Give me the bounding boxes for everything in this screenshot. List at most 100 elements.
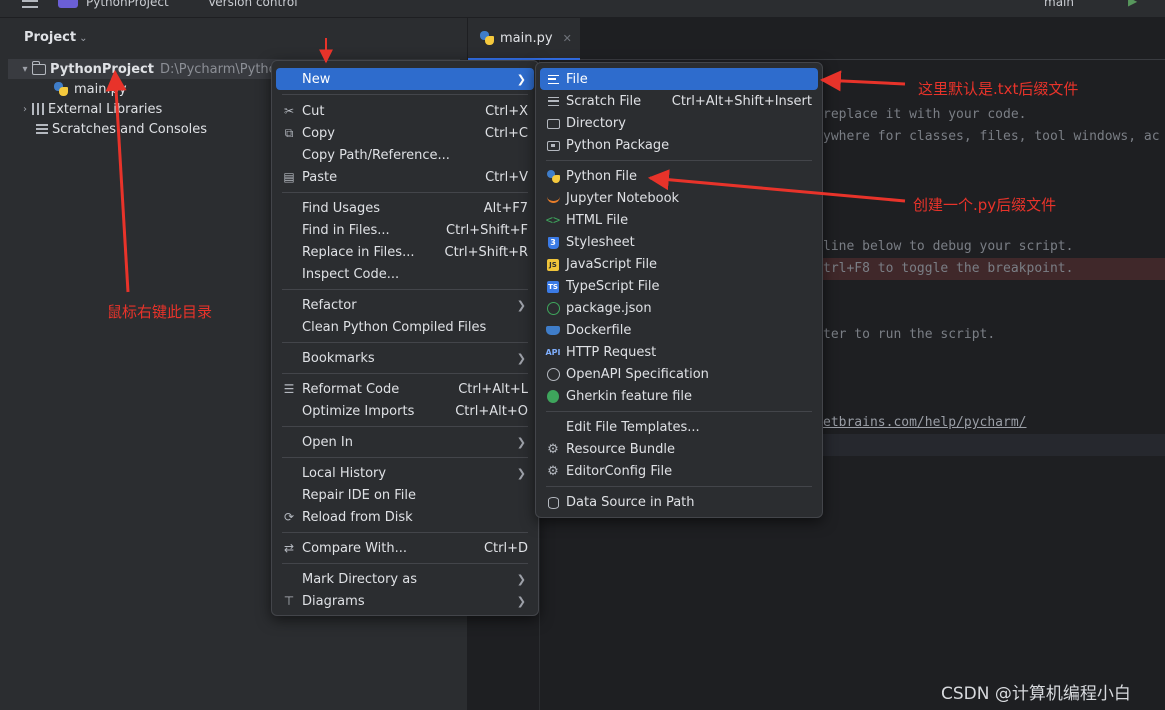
scratch-file-icon — [547, 97, 559, 106]
submenu-item-label: HTTP Request — [566, 344, 657, 360]
menu-item-clean-compiled[interactable]: Clean Python Compiled Files — [276, 316, 534, 338]
menu-item-compare-with[interactable]: ⇄ Compare With... Ctrl+D — [276, 537, 534, 559]
menu-item-label: Open In — [302, 434, 353, 450]
menu-item-inspect-code[interactable]: Inspect Code... — [276, 263, 534, 285]
menu-item-shortcut: Ctrl+D — [483, 540, 528, 556]
tree-item-main-py[interactable]: main.py — [8, 79, 127, 99]
submenu-item-typescript[interactable]: TS TypeScript File — [540, 275, 818, 297]
submenu-item-gherkin[interactable]: Gherkin feature file — [540, 385, 818, 407]
menu-item-copy-path[interactable]: Copy Path/Reference... — [276, 144, 534, 166]
menu-item-cut[interactable]: ✂ Cut Ctrl+X — [276, 100, 534, 122]
diagram-icon: ⊤ — [283, 594, 295, 609]
menu-item-reformat-code[interactable]: ☰ Reformat Code Ctrl+Alt+L — [276, 378, 534, 400]
tree-item-external-libraries[interactable]: › External Libraries — [8, 99, 162, 119]
menu-item-local-history[interactable]: Local History ❯ — [276, 462, 534, 484]
api-icon: API — [545, 348, 561, 357]
menu-item-replace-in-files[interactable]: Replace in Files... Ctrl+Shift+R — [276, 241, 534, 263]
submenu-item-label: Edit File Templates... — [566, 419, 700, 435]
menu-item-label: Copy — [302, 125, 335, 141]
menu-separator — [282, 426, 528, 427]
menu-item-repair-ide[interactable]: Repair IDE on File — [276, 484, 534, 506]
submenu-item-editorconfig[interactable]: ⚙ EditorConfig File — [540, 460, 818, 482]
gherkin-icon — [547, 390, 559, 403]
expand-right-icon[interactable]: › — [18, 104, 32, 115]
submenu-item-label: Stylesheet — [566, 234, 635, 250]
tab-main-py-label: main.py — [500, 30, 553, 46]
tree-item-scratches-label: Scratches and Consoles — [52, 121, 208, 137]
tab-main-py[interactable]: main.py ✕ — [468, 18, 580, 60]
menu-item-label: Find in Files... — [302, 222, 390, 238]
branch-widget[interactable]: main — [1044, 0, 1074, 9]
help-link[interactable]: etbrains.com/help/pycharm/ — [823, 415, 1027, 430]
run-icon[interactable]: ▶ — [1128, 0, 1137, 8]
submenu-item-openapi[interactable]: OpenAPI Specification — [540, 363, 818, 385]
close-tab-icon[interactable]: ✕ — [563, 32, 572, 45]
tree-item-root-label: PythonProject — [50, 61, 154, 77]
annotation-right-click: 鼠标右键此目录 — [107, 303, 213, 321]
menu-item-label: Refactor — [302, 297, 357, 313]
menu-item-label: Replace in Files... — [302, 244, 415, 260]
menu-item-label: Diagrams — [302, 593, 365, 609]
submenu-item-package-json[interactable]: package.json — [540, 297, 818, 319]
menu-item-shortcut: Ctrl+V — [485, 169, 528, 185]
menu-item-new[interactable]: New ❯ — [276, 68, 534, 90]
menu-item-bookmarks[interactable]: Bookmarks ❯ — [276, 347, 534, 369]
chevron-down-icon: ⌄ — [79, 33, 88, 44]
python-file-icon — [546, 170, 560, 183]
css-icon: 3 — [547, 236, 559, 249]
annotation-python-file: 创建一个.py后缀文件 — [913, 196, 1057, 214]
menu-item-optimize-imports[interactable]: Optimize Imports Ctrl+Alt+O — [276, 400, 534, 422]
menu-item-label: New — [302, 71, 331, 87]
gear-icon: ⚙ — [547, 441, 559, 457]
submenu-item-file[interactable]: File — [540, 68, 818, 90]
gear-icon: ⚙ — [547, 463, 559, 479]
package-icon — [546, 140, 560, 151]
menu-separator — [282, 532, 528, 533]
submenu-item-resource-bundle[interactable]: ⚙ Resource Bundle — [540, 438, 818, 460]
menu-separator — [282, 457, 528, 458]
submenu-item-label: Data Source in Path — [566, 494, 695, 510]
menu-separator — [282, 94, 528, 95]
menu-item-diagrams[interactable]: ⊤ Diagrams ❯ — [276, 590, 534, 612]
menu-item-shortcut: Ctrl+Alt+O — [455, 403, 528, 419]
submenu-item-http-request[interactable]: API HTTP Request — [540, 341, 818, 363]
submenu-item-directory[interactable]: Directory — [540, 112, 818, 134]
submenu-item-scratch-file[interactable]: Scratch File Ctrl+Alt+Shift+Insert — [540, 90, 818, 112]
submenu-item-stylesheet[interactable]: 3 Stylesheet — [540, 231, 818, 253]
menu-item-find-in-files[interactable]: Find in Files... Ctrl+Shift+F — [276, 219, 534, 241]
submenu-item-javascript[interactable]: JS JavaScript File — [540, 253, 818, 275]
project-switcher[interactable]: PythonProject — [86, 0, 169, 9]
menu-item-mark-directory[interactable]: Mark Directory as ❯ — [276, 568, 534, 590]
submenu-item-label: package.json — [566, 300, 652, 316]
reload-icon: ⟳ — [283, 510, 295, 525]
menu-item-refactor[interactable]: Refactor ❯ — [276, 294, 534, 316]
submenu-item-python-file[interactable]: Python File — [540, 165, 818, 187]
menu-separator — [546, 411, 812, 412]
vcs-widget[interactable]: Version control — [208, 0, 298, 9]
submenu-item-data-source[interactable]: Data Source in Path — [540, 491, 818, 513]
menu-item-shortcut: Ctrl+Shift+R — [444, 244, 529, 260]
menu-item-paste[interactable]: ▤ Paste Ctrl+V — [276, 166, 534, 188]
chevron-right-icon: ❯ — [516, 72, 526, 86]
menu-item-find-usages[interactable]: Find Usages Alt+F7 — [276, 197, 534, 219]
submenu-item-html[interactable]: <> HTML File — [540, 209, 818, 231]
submenu-item-dockerfile[interactable]: Dockerfile — [540, 319, 818, 341]
menu-item-shortcut: Ctrl+X — [485, 103, 528, 119]
menu-item-open-in[interactable]: Open In ❯ — [276, 431, 534, 453]
html-icon: <> — [545, 213, 561, 228]
reformat-icon: ☰ — [283, 382, 295, 397]
menu-item-reload-from-disk[interactable]: ⟳ Reload from Disk — [276, 506, 534, 528]
scratches-icon — [36, 124, 48, 134]
python-file-icon — [54, 82, 68, 96]
submenu-item-edit-templates[interactable]: Edit File Templates... — [540, 416, 818, 438]
tree-item-scratches[interactable]: Scratches and Consoles — [8, 119, 207, 139]
expand-down-icon[interactable]: ▾ — [18, 64, 32, 75]
menu-item-label: Repair IDE on File — [302, 487, 417, 503]
submenu-item-label: Resource Bundle — [566, 441, 676, 457]
menu-item-copy[interactable]: ⧉ Copy Ctrl+C — [276, 122, 534, 144]
project-panel-title[interactable]: Project ⌄ — [24, 30, 87, 45]
submenu-item-python-package[interactable]: Python Package — [540, 134, 818, 156]
main-menu-icon[interactable] — [22, 0, 38, 8]
submenu-item-label: HTML File — [566, 212, 629, 228]
submenu-item-jupyter[interactable]: Jupyter Notebook — [540, 187, 818, 209]
